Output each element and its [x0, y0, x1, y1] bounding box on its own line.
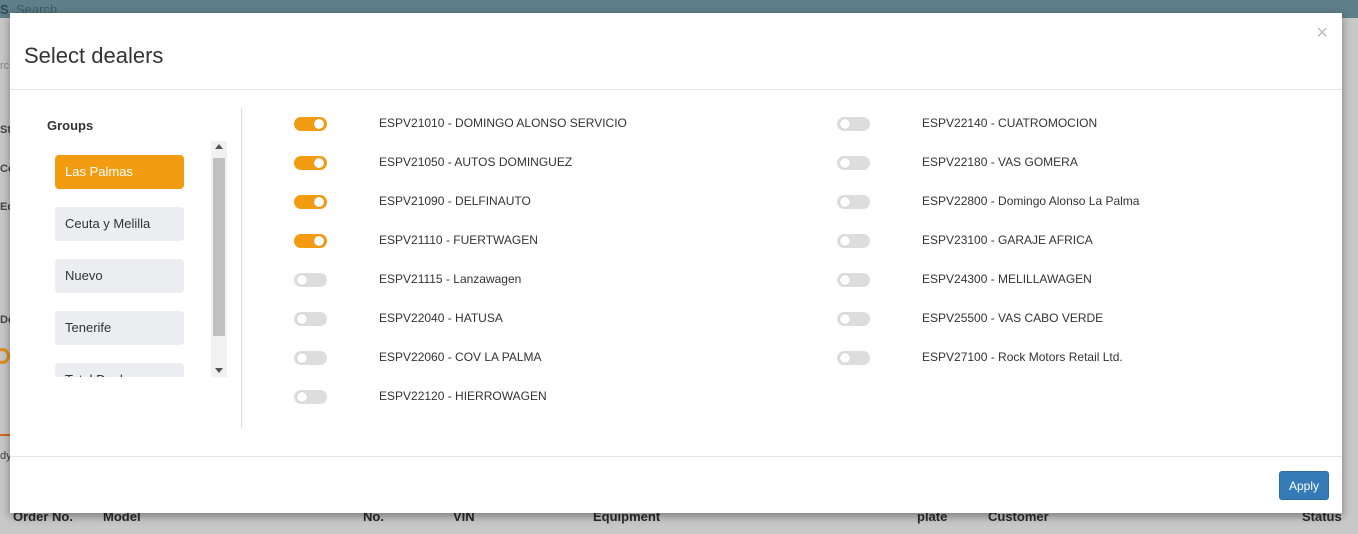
vertical-divider [241, 108, 242, 428]
select-dealers-modal: Select dealers × Groups Las Palmas Ceuta… [10, 13, 1342, 513]
dealer-toggle[interactable] [837, 195, 870, 209]
groups-heading: Groups [47, 118, 94, 133]
dealer-label: ESPV21010 - DOMINGO ALONSO SERVICIO [379, 116, 627, 130]
dealer-row: ESPV21115 - Lanzawagen [294, 270, 774, 290]
dealer-label: ESPV21050 - AUTOS DOMINGUEZ [379, 155, 573, 169]
dealer-label: ESPV22800 - Domingo Alonso La Palma [922, 194, 1140, 208]
toggle-knob [297, 392, 307, 402]
dealer-toggle[interactable] [294, 156, 327, 170]
dealer-toggle[interactable] [294, 390, 327, 404]
dealer-label: ESPV21090 - DELFINAUTO [379, 194, 531, 208]
modal-header: Select dealers × [10, 13, 1342, 90]
dealer-row: ESPV22180 - VAS GOMERA [837, 153, 1317, 173]
dealer-row: ESPV21050 - AUTOS DOMINGUEZ [294, 153, 774, 173]
toggle-knob [314, 197, 324, 207]
modal-body: Groups Las Palmas Ceuta y Melilla Nuevo … [10, 90, 1342, 456]
toggle-knob [840, 236, 850, 246]
toggle-knob [314, 236, 324, 246]
dealer-row: ESPV22040 - HATUSA [294, 309, 774, 329]
toggle-knob [840, 353, 850, 363]
modal-footer: Apply [10, 456, 1342, 514]
modal-title: Select dealers [24, 43, 164, 68]
dealer-label: ESPV22060 - COV LA PALMA [379, 350, 542, 364]
dealer-toggle[interactable] [294, 234, 327, 248]
dealer-row: ESPV22120 - HIERROWAGEN [294, 387, 774, 407]
dealer-row: ESPV23100 - GARAJE AFRICA [837, 231, 1317, 251]
dealer-row: ESPV22140 - CUATROMOCION [837, 114, 1317, 134]
group-item-tenerife[interactable]: Tenerife [55, 311, 184, 345]
dealer-label: ESPV22140 - CUATROMOCION [922, 116, 1098, 130]
toggle-knob [840, 314, 850, 324]
group-item-las-palmas[interactable]: Las Palmas [55, 155, 184, 189]
apply-button[interactable]: Apply [1279, 471, 1329, 500]
dealer-label: ESPV21115 - Lanzawagen [379, 272, 522, 286]
scroll-down-arrow-icon[interactable] [215, 368, 223, 373]
dealer-row: ESPV21010 - DOMINGO ALONSO SERVICIO [294, 114, 774, 134]
toggle-knob [297, 353, 307, 363]
dealer-label: ESPV22040 - HATUSA [379, 311, 503, 325]
dealer-row: ESPV22800 - Domingo Alonso La Palma [837, 192, 1317, 212]
group-list: Las Palmas Ceuta y Melilla Nuevo Tenerif… [55, 155, 191, 377]
dealer-label: ESPV22120 - HIERROWAGEN [379, 389, 547, 403]
dealer-toggle[interactable] [837, 312, 870, 326]
toggle-knob [840, 197, 850, 207]
dealer-row: ESPV24300 - MELILLAWAGEN [837, 270, 1317, 290]
dealer-row: ESPV21110 - FUERTWAGEN [294, 231, 774, 251]
dealer-toggle[interactable] [294, 117, 327, 131]
dealer-toggle[interactable] [294, 312, 327, 326]
background-left-panel: rc Sta Co Eq De dy [0, 0, 17, 534]
dealer-toggle[interactable] [294, 351, 327, 365]
dealer-row: ESPV27100 - Rock Motors Retail Ltd. [837, 348, 1317, 368]
dealer-toggle[interactable] [837, 117, 870, 131]
dealer-toggle[interactable] [294, 273, 327, 287]
dealer-label: ESPV21110 - FUERTWAGEN [379, 233, 538, 247]
toggle-knob [840, 119, 850, 129]
dealer-label: ESPV23100 - GARAJE AFRICA [922, 233, 1093, 247]
toggle-knob [314, 158, 324, 168]
scrollbar-thumb[interactable] [213, 158, 225, 336]
dealer-toggle[interactable] [837, 234, 870, 248]
dealer-toggle[interactable] [837, 273, 870, 287]
group-item-total-dealers[interactable]: Total Dealers [55, 363, 184, 377]
toggle-knob [297, 275, 307, 285]
group-item-nuevo[interactable]: Nuevo [55, 259, 184, 293]
dealer-toggle[interactable] [837, 351, 870, 365]
toggle-knob [840, 275, 850, 285]
dealer-label: ESPV25500 - VAS CABO VERDE [922, 311, 1104, 325]
group-item-ceuta-y-melilla[interactable]: Ceuta y Melilla [55, 207, 184, 241]
close-icon[interactable]: × [1316, 23, 1328, 43]
dealer-row: ESPV21090 - DELFINAUTO [294, 192, 774, 212]
scroll-up-arrow-icon[interactable] [215, 144, 223, 149]
dealer-row: ESPV22060 - COV LA PALMA [294, 348, 774, 368]
dealer-label: ESPV27100 - Rock Motors Retail Ltd. [922, 350, 1123, 364]
dealer-row: ESPV25500 - VAS CABO VERDE [837, 309, 1317, 329]
bg-tab-underline [0, 434, 10, 436]
group-list-scrollbar[interactable] [211, 141, 227, 377]
toggle-knob [297, 314, 307, 324]
dealer-toggle[interactable] [837, 156, 870, 170]
bg-fragment: rc [0, 60, 10, 72]
toggle-knob [314, 119, 324, 129]
dealer-toggle[interactable] [294, 195, 327, 209]
dealer-label: ESPV22180 - VAS GOMERA [922, 155, 1078, 169]
toggle-knob [840, 158, 850, 168]
dealer-label: ESPV24300 - MELILLAWAGEN [922, 272, 1092, 286]
